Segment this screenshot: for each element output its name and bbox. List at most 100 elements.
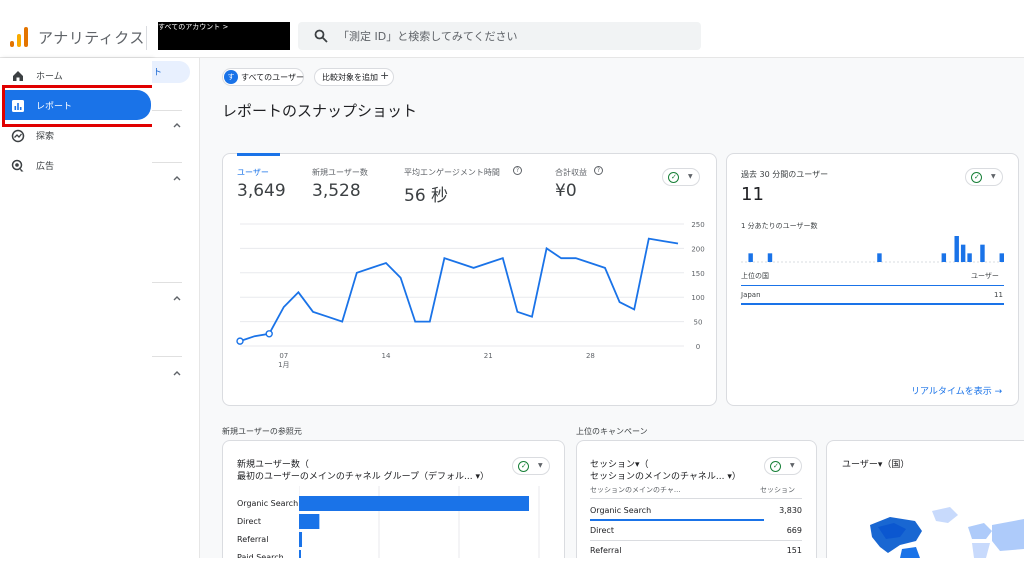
channel-bar[interactable] (299, 496, 529, 511)
country-row-bar (741, 303, 1004, 305)
metric-new-users-value: 3,528 (312, 181, 361, 201)
card-status-dropdown[interactable]: ✓ ▼ (965, 168, 1003, 186)
campaign-row-label: Organic Search (590, 506, 652, 515)
campaign-row-value: 151 (786, 546, 802, 555)
table-header-divider (590, 498, 802, 499)
per-minute-label: 1 分あたりのユーザー数 (741, 222, 818, 230)
caret-down-icon: ▼ (991, 173, 996, 180)
reports-icon (12, 100, 24, 112)
channel-bar[interactable] (299, 550, 301, 558)
country-row-users: 11 (994, 291, 1003, 299)
channel-bar[interactable] (299, 532, 303, 547)
help-icon[interactable]: ? (594, 166, 603, 175)
realtime-title: 過去 30 分間のユーザー (741, 170, 829, 179)
chevron-up-icon[interactable] (172, 173, 182, 183)
nav-item-label: レポート (36, 102, 73, 112)
minute-bar[interactable] (941, 253, 947, 262)
map-region-asia (992, 519, 1024, 551)
y-tick-label: 200 (691, 245, 704, 253)
minute-bar[interactable] (767, 253, 773, 262)
table-row-divider (590, 540, 802, 541)
new-users-row-label: Organic Search (237, 499, 299, 508)
per-minute-bar-chart (741, 236, 1005, 263)
metric-new-users-label[interactable]: 新規ユーザー数 (312, 167, 368, 178)
side-pane-divider (152, 356, 182, 357)
map-region-europe (968, 523, 992, 539)
map-region-greenland (932, 507, 958, 523)
nav-item-label: 探索 (36, 132, 55, 142)
world-map (870, 507, 1024, 558)
check-circle-icon: ✓ (971, 172, 982, 183)
caret-down-icon: ▼ (538, 462, 543, 469)
card-status-dropdown[interactable]: ✓ ▼ (764, 457, 802, 475)
side-pane-chip-text: ト (153, 68, 163, 78)
users-line-chart: 0 50 100 150 200 250 071月 14 21 28 (236, 221, 705, 369)
data-point[interactable] (265, 330, 273, 338)
campaign-row-label: Referral (590, 546, 622, 555)
search-input[interactable] (338, 27, 678, 45)
new-users-card-subtitle[interactable]: 最初のユーザーのメインのチャネル グループ（デフォル... ▾） (237, 469, 489, 482)
nav-item-advertising[interactable]: 広告 (0, 152, 152, 180)
header-divider (146, 26, 147, 50)
metric-revenue-value: ¥0 (555, 181, 577, 201)
nav-item-label: 広告 (36, 162, 55, 172)
campaign-row-label: Direct (590, 526, 614, 535)
card-status-dropdown[interactable]: ✓ ▼ (512, 457, 550, 475)
users-column-header: ユーザー (971, 272, 999, 280)
users-series-line (239, 237, 679, 342)
campaign-row-value: 669 (786, 526, 802, 535)
x-tick-label: 07 (279, 352, 288, 360)
x-tick-label: 21 (484, 352, 493, 360)
x-tick-label: 28 (586, 352, 595, 360)
new-users-row-label: Direct (237, 517, 261, 526)
view-realtime-link[interactable]: リアルタイムを表示 → (911, 384, 1002, 397)
realtime-value: 11 (741, 184, 764, 205)
y-tick-label: 50 (694, 319, 703, 327)
y-tick-label: 250 (691, 221, 704, 229)
new-users-bar-chart (299, 486, 540, 558)
home-icon (13, 71, 23, 81)
metric-users-value: 3,649 (237, 181, 286, 201)
channel-bar[interactable] (299, 514, 320, 529)
metric-engagement-value: 56 秒 (404, 186, 449, 206)
minute-bar[interactable] (954, 236, 959, 262)
minute-bar[interactable] (960, 244, 966, 262)
nav-item-home[interactable]: ホーム (0, 62, 152, 90)
metric-engagement-label[interactable]: 平均エンゲージメント時間 (404, 167, 500, 178)
map-region-south-america (900, 547, 920, 558)
check-circle-icon: ✓ (770, 461, 781, 472)
nav-item-explore[interactable]: 探索 (0, 122, 152, 150)
minute-bar[interactable] (980, 244, 985, 262)
y-tick-label: 0 (696, 343, 700, 351)
x-tick-sublabel: 1月 (278, 361, 289, 369)
chevron-up-icon[interactable] (172, 120, 182, 130)
minute-bar[interactable] (748, 253, 753, 262)
metric-users-label[interactable]: ユーザー (237, 167, 269, 178)
campaign-col-right[interactable]: セッション (760, 485, 795, 495)
side-pane-divider (152, 162, 182, 163)
analytics-logo-icon[interactable] (10, 25, 28, 47)
minute-bar[interactable] (877, 253, 882, 262)
card-status-dropdown[interactable]: ✓ ▼ (662, 168, 700, 186)
x-tick-label: 14 (382, 352, 391, 360)
minute-bar[interactable] (967, 253, 972, 262)
metric-revenue-label[interactable]: 合計収益 (555, 167, 587, 178)
campaign-card-subtitle[interactable]: セッションのメインのチャネル... ▾） (590, 469, 741, 482)
campaign-row-bar (590, 519, 764, 521)
side-pane-divider (152, 110, 182, 111)
chevron-up-icon[interactable] (172, 293, 182, 303)
country-card-title[interactable]: ユーザー▾（国） (842, 457, 909, 470)
help-icon[interactable]: ? (513, 166, 522, 175)
report-side-pane (152, 58, 200, 558)
map-region-africa (972, 543, 990, 558)
nav-item-label: ホーム (36, 72, 63, 82)
y-tick-label: 150 (691, 270, 704, 278)
search-icon (314, 29, 328, 43)
minute-bar[interactable] (999, 253, 1004, 262)
app-title: アナリティクス (38, 29, 145, 47)
chevron-up-icon[interactable] (172, 368, 182, 378)
table-header-divider (741, 285, 1004, 286)
data-point[interactable] (236, 337, 244, 345)
nav-item-reports[interactable]: レポート (0, 92, 152, 120)
account-selector-label[interactable]: すべてのアカウント > (158, 22, 231, 32)
